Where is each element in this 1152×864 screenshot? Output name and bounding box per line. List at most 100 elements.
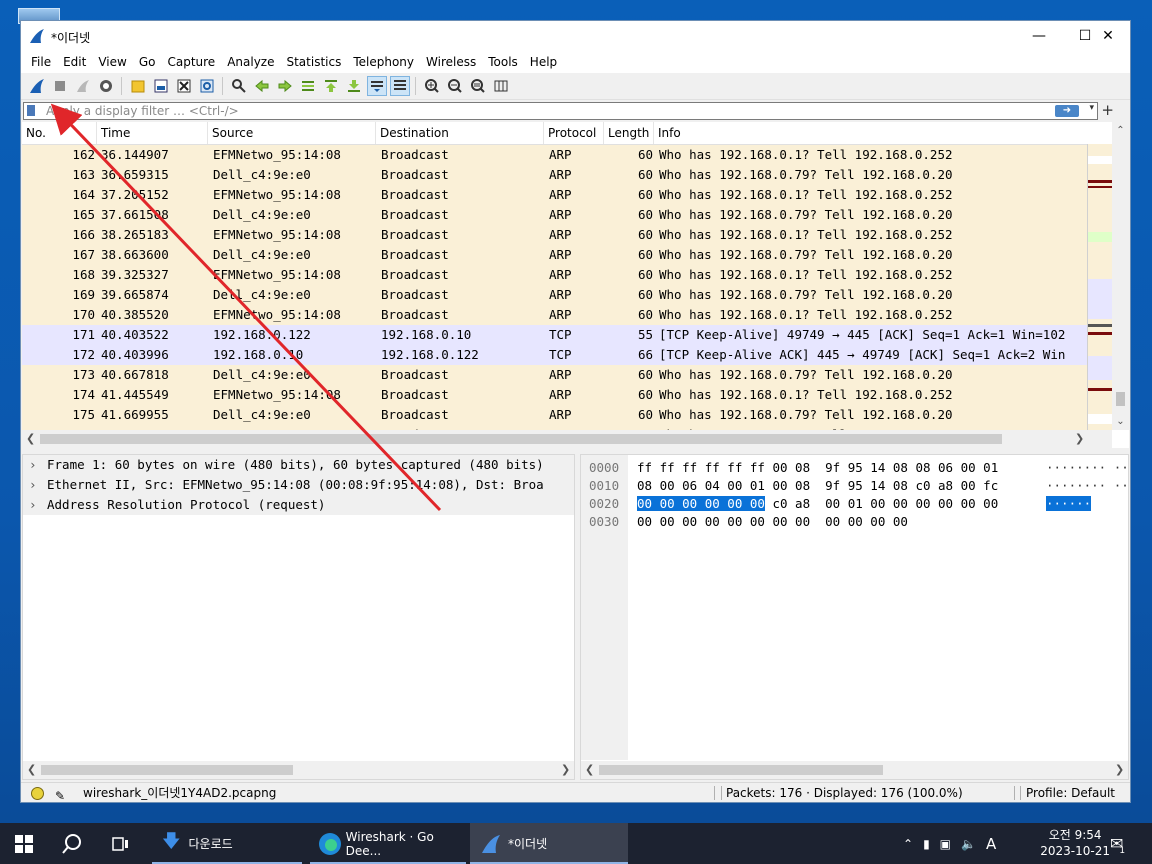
table-row[interactable]: 170 40.385520 EFMNetwo_95:14:08 Broadcast AR… bbox=[22, 305, 1088, 325]
menu-tools[interactable]: Tools bbox=[482, 55, 524, 69]
detail-ethernet[interactable]: › Ethernet II, Src: EFMNetwo_95:14:08 (00… bbox=[23, 475, 574, 495]
col-protocol[interactable]: Protocol bbox=[544, 122, 604, 144]
table-row[interactable]: 164 37.205152 EFMNetwo_95:14:08 Broadcast AR… bbox=[22, 185, 1088, 205]
zoom-in-icon[interactable] bbox=[422, 76, 442, 96]
hex-line[interactable]: 0020 00 00 00 00 00 00 c0 a8 00 01 00 00 … bbox=[581, 495, 1121, 513]
minimize-button[interactable]: — bbox=[1016, 21, 1062, 51]
menu-edit[interactable]: Edit bbox=[57, 55, 92, 69]
expand-chevron-icon[interactable]: › bbox=[29, 455, 47, 475]
table-row[interactable]: 171 40.403522 192.168.0.122 192.168.0.10 TCP… bbox=[22, 325, 1088, 345]
start-button[interactable] bbox=[0, 823, 48, 864]
reload-file-icon[interactable] bbox=[197, 76, 217, 96]
resize-columns-icon[interactable] bbox=[491, 76, 511, 96]
table-row[interactable]: 166 38.265183 EFMNetwo_95:14:08 Broadcast AR… bbox=[22, 225, 1088, 245]
go-to-packet-icon[interactable] bbox=[298, 76, 318, 96]
scroll-left-icon[interactable]: ❮ bbox=[27, 761, 36, 779]
close-file-icon[interactable] bbox=[174, 76, 194, 96]
scroll-left-icon[interactable]: ❮ bbox=[26, 430, 35, 448]
table-row[interactable]: 173 40.667818 Dell_c4:9e:e0 Broadcast ARP 60 W… bbox=[22, 365, 1088, 385]
taskbar-wireshark[interactable]: *이더넷 bbox=[470, 823, 628, 864]
bytes-hscroll[interactable]: ❮ ❯ bbox=[581, 761, 1128, 779]
notification-center[interactable]: ✉ 1 bbox=[1110, 823, 1125, 864]
menu-go[interactable]: Go bbox=[133, 55, 162, 69]
packet-list-vscroll[interactable]: ⌃ ⌄ bbox=[1112, 122, 1129, 430]
network-icon[interactable]: ▣ bbox=[940, 837, 951, 851]
hex-line[interactable]: 0030 00 00 00 00 00 00 00 00 00 00 00 00 bbox=[581, 513, 1121, 531]
taskbar-downloads[interactable]: 🡇 다운로드 bbox=[152, 823, 302, 864]
restart-capture-icon[interactable] bbox=[73, 76, 93, 96]
menu-view[interactable]: View bbox=[92, 55, 132, 69]
cell-info: Who has 192.168.0.79? Tell 192.168.0.20 bbox=[659, 247, 953, 262]
scroll-right-icon[interactable]: ❯ bbox=[1075, 430, 1084, 448]
bookmark-icon[interactable] bbox=[27, 105, 35, 116]
go-back-arrow-icon[interactable] bbox=[252, 76, 272, 96]
scroll-right-icon[interactable]: ❯ bbox=[1115, 761, 1124, 779]
apply-filter-arrow-icon[interactable]: ➜ bbox=[1055, 105, 1079, 117]
add-filter-button-icon[interactable]: + bbox=[1101, 101, 1114, 119]
table-row[interactable]: 163 36.659315 Dell_c4:9e:e0 Broadcast ARP 60 W… bbox=[22, 165, 1088, 185]
normal-size-icon[interactable] bbox=[468, 76, 488, 96]
stop-capture-icon[interactable] bbox=[50, 76, 70, 96]
capture-comment-icon[interactable]: ✎ bbox=[55, 786, 65, 802]
ime-indicator[interactable]: A bbox=[986, 835, 996, 853]
autoscroll-icon[interactable] bbox=[366, 76, 387, 96]
detail-frame[interactable]: › Frame 1: 60 bytes on wire (480 bits), 6… bbox=[23, 455, 574, 475]
find-packet-magnifier-icon[interactable] bbox=[229, 76, 249, 96]
table-row[interactable]: 162 36.144907 EFMNetwo_95:14:08 Broadcast AR… bbox=[22, 145, 1088, 165]
table-row[interactable]: 174 41.445549 EFMNetwo_95:14:08 Broadcast AR… bbox=[22, 385, 1088, 405]
start-capture-fin-icon[interactable] bbox=[27, 76, 47, 96]
hex-line[interactable]: 0000 ff ff ff ff ff ff 00 08 9f 95 14 08 … bbox=[581, 459, 1128, 477]
open-file-folder-icon[interactable] bbox=[128, 76, 148, 96]
table-row[interactable]: 168 39.325327 EFMNetwo_95:14:08 Broadcast AR… bbox=[22, 265, 1088, 285]
details-hscroll[interactable]: ❮ ❯ bbox=[23, 761, 574, 779]
menu-wireless[interactable]: Wireless bbox=[420, 55, 482, 69]
task-view-button[interactable] bbox=[96, 823, 144, 864]
menu-telephony[interactable]: Telephony bbox=[347, 55, 420, 69]
battery-icon[interactable]: ▮ bbox=[923, 837, 930, 851]
table-row[interactable]: 175 41.669955 Dell_c4:9e:e0 Broadcast ARP 60 W… bbox=[22, 405, 1088, 425]
menu-capture[interactable]: Capture bbox=[161, 55, 221, 69]
table-row[interactable]: 169 39.665874 Dell_c4:9e:e0 Broadcast ARP 60 W… bbox=[22, 285, 1088, 305]
display-filter-input[interactable]: Apply a display filter … <Ctrl-/> ➜ ▾ bbox=[23, 102, 1098, 120]
expand-chevron-icon[interactable]: › bbox=[29, 495, 47, 515]
hex-line[interactable]: 0010 08 00 06 04 00 01 00 08 9f 95 14 08 … bbox=[581, 477, 1128, 495]
scroll-right-icon[interactable]: ❯ bbox=[561, 761, 570, 779]
scroll-up-icon[interactable]: ⌃ bbox=[1112, 122, 1129, 139]
col-source[interactable]: Source bbox=[208, 122, 376, 144]
menu-analyze[interactable]: Analyze bbox=[221, 55, 280, 69]
col-info[interactable]: Info bbox=[654, 122, 1129, 144]
col-time[interactable]: Time bbox=[97, 122, 208, 144]
col-destination[interactable]: Destination bbox=[376, 122, 544, 144]
tray-overflow-chevron-icon[interactable]: ⌃ bbox=[903, 837, 913, 851]
menu-help[interactable]: Help bbox=[524, 55, 563, 69]
table-row[interactable]: 165 37.661508 Dell_c4:9e:e0 Broadcast ARP 60 W… bbox=[22, 205, 1088, 225]
col-length[interactable]: Length bbox=[604, 122, 654, 144]
table-row[interactable]: 167 38.663600 Dell_c4:9e:e0 Broadcast ARP 60 W… bbox=[22, 245, 1088, 265]
close-button[interactable]: ✕ bbox=[1085, 21, 1130, 51]
filter-dropdown-icon[interactable]: ▾ bbox=[1089, 103, 1094, 113]
zoom-out-icon[interactable] bbox=[445, 76, 465, 96]
col-no[interactable]: No. bbox=[22, 122, 97, 144]
expand-chevron-icon[interactable]: › bbox=[29, 475, 47, 495]
save-file-icon[interactable] bbox=[151, 76, 171, 96]
menu-statistics[interactable]: Statistics bbox=[280, 55, 347, 69]
colorize-list-icon[interactable] bbox=[389, 76, 410, 96]
taskbar-edge[interactable]: Wireshark · Go Dee... bbox=[310, 823, 466, 864]
detail-arp[interactable]: › Address Resolution Protocol (request) bbox=[23, 495, 574, 515]
menu-file[interactable]: File bbox=[25, 55, 57, 69]
table-row[interactable]: 172 40.403996 192.168.0.10 192.168.0.122 TCP… bbox=[22, 345, 1088, 365]
notification-count: 1 bbox=[1119, 845, 1126, 856]
expert-info-led-icon[interactable] bbox=[31, 787, 44, 800]
capture-options-gear-icon[interactable] bbox=[96, 76, 116, 96]
clock[interactable]: 오전 9:54 2023-10-21 bbox=[1040, 827, 1110, 859]
volume-muted-icon[interactable]: 🔈 bbox=[961, 837, 976, 851]
packet-minimap[interactable] bbox=[1087, 144, 1112, 430]
last-packet-icon[interactable] bbox=[344, 76, 364, 96]
profile-label[interactable]: Profile: Default bbox=[1026, 783, 1115, 802]
go-forward-arrow-icon[interactable] bbox=[275, 76, 295, 96]
scroll-left-icon[interactable]: ❮ bbox=[585, 761, 594, 779]
first-packet-icon[interactable] bbox=[321, 76, 341, 96]
search-button[interactable] bbox=[48, 823, 96, 864]
packet-list-hscroll[interactable]: ❮ ❯ bbox=[22, 430, 1112, 448]
scroll-down-icon[interactable]: ⌄ bbox=[1112, 413, 1129, 430]
